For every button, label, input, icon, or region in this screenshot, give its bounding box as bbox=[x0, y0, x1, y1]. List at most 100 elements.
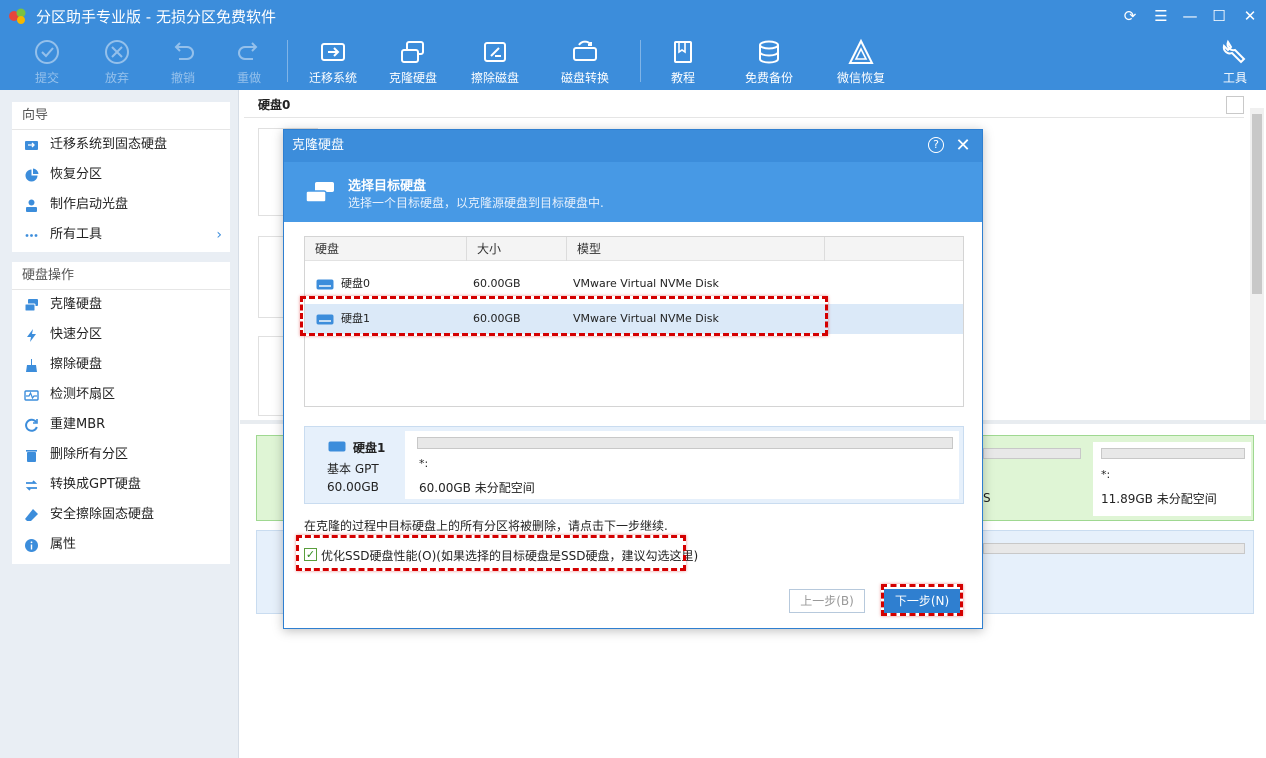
window-title: 分区助手专业版 - 无损分区免费软件 bbox=[36, 8, 276, 26]
dialog-title: 克隆硬盘 bbox=[284, 130, 982, 162]
dialog-header-subtitle: 选择一个目标硬盘，以克隆源硬盘到目标硬盘中. bbox=[348, 196, 604, 210]
person-disc-icon bbox=[26, 199, 37, 212]
discard-button[interactable]: 放弃 bbox=[94, 34, 140, 88]
column-header-disk[interactable]: 硬盘 bbox=[305, 237, 467, 261]
migrate-os-button[interactable]: 迁移系统 bbox=[304, 34, 362, 88]
eraser-icon bbox=[25, 509, 38, 521]
broom-icon bbox=[26, 359, 37, 372]
migrate-drive-icon bbox=[321, 43, 345, 61]
column-header-size[interactable]: 大小 bbox=[467, 237, 567, 261]
selected-disk-card: 硬盘1 基本 GPT 60.00GB *: 60.00GB 未分配空间 bbox=[304, 426, 964, 504]
partition-block[interactable]: *: 11.89GB 未分配空间 bbox=[1093, 442, 1251, 516]
title-bar: 分区助手专业版 - 无损分区免费软件 ⟳ ☰ — ☐ ✕ bbox=[0, 0, 1266, 32]
sidebar-item-all-tools[interactable]: 所有工具 › bbox=[12, 220, 230, 250]
sidebar-item-delete-all-partitions[interactable]: 删除所有分区 bbox=[12, 440, 230, 470]
toolbar: 提交 放弃 撤销 重做 迁移系统 克隆硬盘 擦除磁盘 磁盘转换 教程 免费备份 … bbox=[0, 32, 1266, 90]
sidebar-item-rebuild-mbr[interactable]: 重建MBR bbox=[12, 410, 230, 440]
pulse-icon bbox=[24, 390, 39, 401]
wizard-panel: 向导 迁移系统到固态硬盘 恢复分区 制作启动光盘 所有工具 › bbox=[12, 102, 230, 252]
tools-button[interactable]: 工具 bbox=[1212, 34, 1258, 88]
column-header-model[interactable]: 模型 bbox=[567, 237, 825, 261]
disk-ops-title: 硬盘操作 bbox=[12, 262, 230, 290]
menu-icon[interactable]: ☰ bbox=[1149, 4, 1173, 28]
toolbar-separator bbox=[640, 40, 641, 82]
sidebar-item-quick-partition[interactable]: 快速分区 bbox=[12, 320, 230, 350]
sidebar-item-label: 转换成GPT硬盘 bbox=[50, 477, 141, 492]
highlight-target-row bbox=[300, 296, 828, 336]
prev-button[interactable]: 上一步(B) bbox=[789, 589, 865, 613]
sidebar-item-label: 所有工具 bbox=[50, 227, 103, 242]
sidebar-item-label: 重建MBR bbox=[50, 417, 106, 432]
wipe-disk-icon bbox=[484, 42, 506, 62]
clone-disk-label: 克隆硬盘 bbox=[388, 71, 437, 85]
redo-button[interactable]: 重做 bbox=[226, 34, 272, 88]
sidebar-item-label: 恢复分区 bbox=[50, 167, 103, 182]
redo-label: 重做 bbox=[236, 71, 261, 85]
partition-block[interactable]: *: 60.00GB 未分配空间 bbox=[405, 431, 959, 499]
clone-disk-icon bbox=[24, 299, 38, 312]
disk-drive-icon bbox=[316, 279, 334, 290]
convert-disk-label: 磁盘转换 bbox=[560, 71, 609, 85]
migrate-os-label: 迁移系统 bbox=[308, 71, 357, 85]
app-logo-icon bbox=[9, 8, 26, 24]
maximize-icon[interactable]: ☐ bbox=[1207, 4, 1231, 28]
sidebar-item-boot-disc[interactable]: 制作启动光盘 bbox=[12, 190, 230, 220]
scrollbar-thumb[interactable] bbox=[1252, 114, 1262, 294]
sidebar-item-properties[interactable]: 属性 bbox=[12, 530, 230, 560]
convert-disk-button[interactable]: 磁盘转换 bbox=[556, 34, 614, 88]
view-toggle-icon[interactable] bbox=[1226, 96, 1244, 114]
disk-header: 硬盘0 bbox=[244, 92, 1244, 118]
tutorial-button[interactable]: 教程 bbox=[660, 34, 706, 88]
book-icon bbox=[674, 41, 692, 63]
table-header: 硬盘 大小 模型 bbox=[305, 237, 963, 261]
selected-disk-size: 60.00GB bbox=[327, 480, 379, 494]
wechat-recovery-button[interactable]: 微信恢复 bbox=[830, 34, 892, 88]
undo-button[interactable]: 撤销 bbox=[160, 34, 206, 88]
dialog-header: 选择目标硬盘 选择一个目标硬盘，以克隆源硬盘到目标硬盘中. bbox=[284, 162, 982, 222]
sidebar-item-label: 快速分区 bbox=[50, 327, 103, 342]
clone-disk-button[interactable]: 克隆硬盘 bbox=[384, 34, 442, 88]
convert-disk-icon bbox=[573, 40, 597, 61]
sidebar-item-label: 制作启动光盘 bbox=[50, 197, 129, 212]
table-row[interactable]: 硬盘0 60.00GB VMware Virtual NVMe Disk bbox=[305, 269, 963, 299]
free-backup-button[interactable]: 免费备份 bbox=[738, 34, 800, 88]
sidebar-item-clone-disk[interactable]: 克隆硬盘 bbox=[12, 290, 230, 320]
sidebar-item-label: 擦除硬盘 bbox=[50, 357, 103, 372]
sidebar-item-label: 检测坏扇区 bbox=[50, 387, 116, 402]
chevron-right-icon: › bbox=[216, 227, 222, 243]
sidebar-item-wipe-disk[interactable]: 擦除硬盘 bbox=[12, 350, 230, 380]
sidebar-item-migrate-ssd[interactable]: 迁移系统到固态硬盘 bbox=[12, 130, 230, 160]
clone-disk-icon bbox=[401, 41, 424, 63]
wechat-recovery-icon bbox=[848, 38, 874, 64]
partition-label: *: bbox=[1101, 468, 1111, 481]
sidebar-item-secure-erase-ssd[interactable]: 安全擦除固态硬盘 bbox=[12, 500, 230, 530]
partition-desc: 60.00GB 未分配空间 bbox=[419, 481, 535, 495]
backup-database-icon bbox=[759, 40, 779, 64]
convert-arrows-icon bbox=[25, 480, 38, 491]
refresh-icon[interactable]: ⟳ bbox=[1118, 4, 1142, 28]
sidebar: 向导 迁移系统到固态硬盘 恢复分区 制作启动光盘 所有工具 › 硬盘操作 克隆硬… bbox=[0, 90, 239, 758]
sidebar-item-recover-partition[interactable]: 恢复分区 bbox=[12, 160, 230, 190]
row-disk-model: VMware Virtual NVMe Disk bbox=[573, 277, 719, 290]
vertical-scrollbar[interactable] bbox=[1250, 108, 1264, 420]
discard-label: 放弃 bbox=[104, 71, 129, 85]
partition-bar bbox=[983, 543, 1245, 554]
commit-button[interactable]: 提交 bbox=[24, 34, 70, 88]
help-icon[interactable]: ? bbox=[928, 137, 944, 153]
dialog-close-icon[interactable]: ✕ bbox=[952, 134, 974, 158]
sidebar-item-check-bad-sectors[interactable]: 检测坏扇区 bbox=[12, 380, 230, 410]
warning-text: 在克隆的过程中目标硬盘上的所有分区将被删除，请点击下一步继续. bbox=[304, 519, 668, 533]
sidebar-item-label: 属性 bbox=[50, 537, 77, 552]
clone-disk-icon bbox=[305, 182, 334, 203]
info-icon bbox=[25, 539, 38, 552]
selected-disk-name: 硬盘1 bbox=[353, 441, 386, 455]
wipe-disk-label: 擦除磁盘 bbox=[470, 71, 519, 85]
minimize-icon[interactable]: — bbox=[1178, 4, 1202, 28]
undo-label: 撤销 bbox=[170, 71, 195, 85]
wizard-title: 向导 bbox=[12, 102, 230, 130]
close-icon[interactable]: ✕ bbox=[1238, 4, 1262, 28]
refresh-disk-icon bbox=[25, 418, 38, 432]
disk-drive-icon bbox=[328, 441, 346, 452]
sidebar-item-convert-gpt[interactable]: 转换成GPT硬盘 bbox=[12, 470, 230, 500]
wipe-disk-button[interactable]: 擦除磁盘 bbox=[466, 34, 524, 88]
